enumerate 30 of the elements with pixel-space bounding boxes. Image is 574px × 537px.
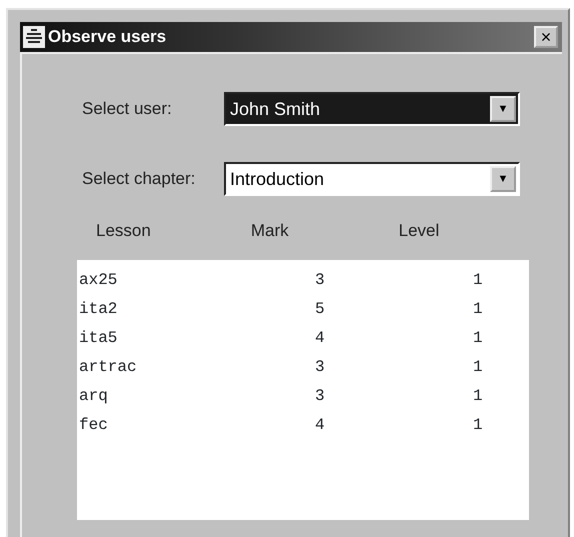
- table-cell-text: artrac: [79, 357, 138, 378]
- table-cell-text: 3: [315, 386, 326, 407]
- table-cell-text: ita2: [79, 299, 118, 320]
- table-cell-text: 1: [473, 386, 484, 407]
- app-icon: [23, 26, 45, 48]
- table-cell-text: 5: [315, 299, 326, 320]
- table-cell-text: fec: [79, 415, 109, 436]
- table-cell-text: 3: [315, 357, 326, 378]
- dropdown-arrow-button[interactable]: ▼: [490, 166, 516, 192]
- dropdown[interactable]: John Smith ▼: [224, 92, 520, 126]
- column-header: Level: [398, 220, 440, 242]
- table-cell-text: 1: [473, 415, 484, 436]
- dropdown[interactable]: Introduction ▼: [224, 162, 520, 196]
- table-cell-text: ax25: [79, 270, 118, 291]
- table-cell-text: 3: [315, 270, 326, 291]
- column-header: Lesson: [96, 220, 151, 242]
- close-button[interactable]: ×: [534, 26, 558, 48]
- table-cell-text: 1: [473, 328, 484, 349]
- table-cell-text: 1: [473, 299, 484, 320]
- column-header: Mark: [250, 220, 289, 242]
- table-cell-text: 1: [473, 270, 484, 291]
- table-cell-text: ita5: [79, 328, 118, 349]
- field-label: Select user:: [82, 98, 173, 120]
- table-cell-text: 4: [315, 328, 326, 349]
- table-cell-text: 1: [473, 357, 484, 378]
- dropdown-arrow-button[interactable]: ▼: [490, 96, 516, 122]
- field-label: Select chapter:: [82, 168, 196, 190]
- table-cell-text: 4: [315, 415, 326, 436]
- window-title: Observe users: [48, 26, 166, 48]
- table-cell-text: arq: [79, 386, 109, 407]
